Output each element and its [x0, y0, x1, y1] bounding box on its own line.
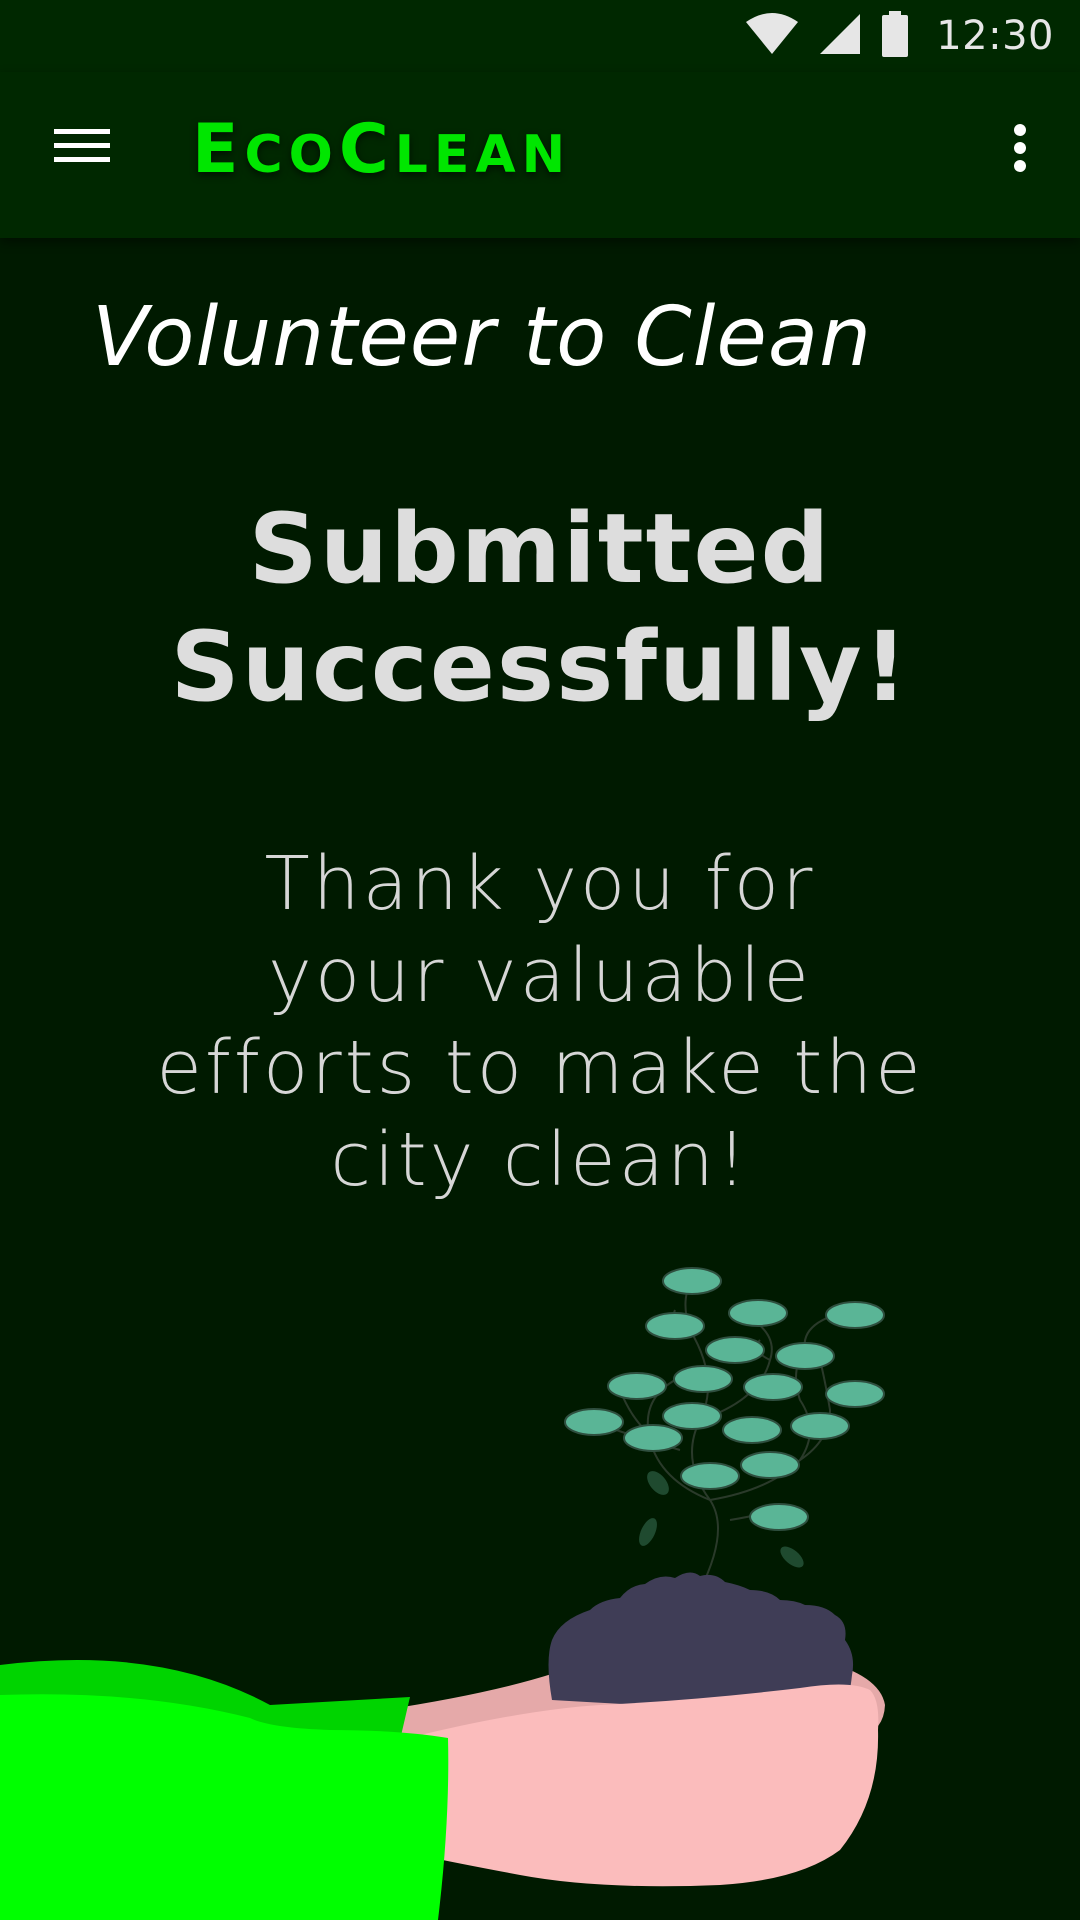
app-title: E CO C LEAN [192, 110, 571, 190]
status-time: 12:30 [936, 13, 1054, 59]
screen: 12:30 E CO C LEAN Volunteer to Clean Sub… [0, 0, 1080, 1920]
app-bar: E CO C LEAN [0, 72, 1080, 238]
app-title-part: LEAN [394, 125, 572, 185]
app-title-part: C [338, 110, 395, 189]
app-title-part: E [192, 110, 245, 189]
plant-in-hand-illustration [0, 1267, 885, 1920]
battery-icon [880, 11, 910, 61]
signal-icon [818, 12, 862, 60]
section-title: Volunteer to Clean [92, 290, 873, 385]
menu-icon [54, 126, 110, 170]
message-line: efforts to make the [156, 1025, 924, 1111]
wifi-icon [744, 12, 800, 60]
headline-line: Submitted [248, 493, 832, 605]
message-line: your valuable [268, 933, 812, 1019]
overflow-menu-button[interactable] [990, 118, 1050, 182]
message-line: city clean! [330, 1117, 750, 1203]
status-icons: 12:30 [744, 8, 1054, 64]
status-bar: 12:30 [0, 0, 1080, 72]
app-title-part: CO [244, 125, 339, 185]
success-headline: Submitted Successfully! [0, 490, 1080, 726]
menu-button[interactable] [40, 116, 124, 180]
message-line: Thank you for [264, 841, 816, 927]
more-vert-icon [1012, 122, 1028, 178]
headline-line: Successfully! [170, 611, 910, 723]
thank-you-message: Thank you for your valuable efforts to m… [140, 838, 940, 1206]
